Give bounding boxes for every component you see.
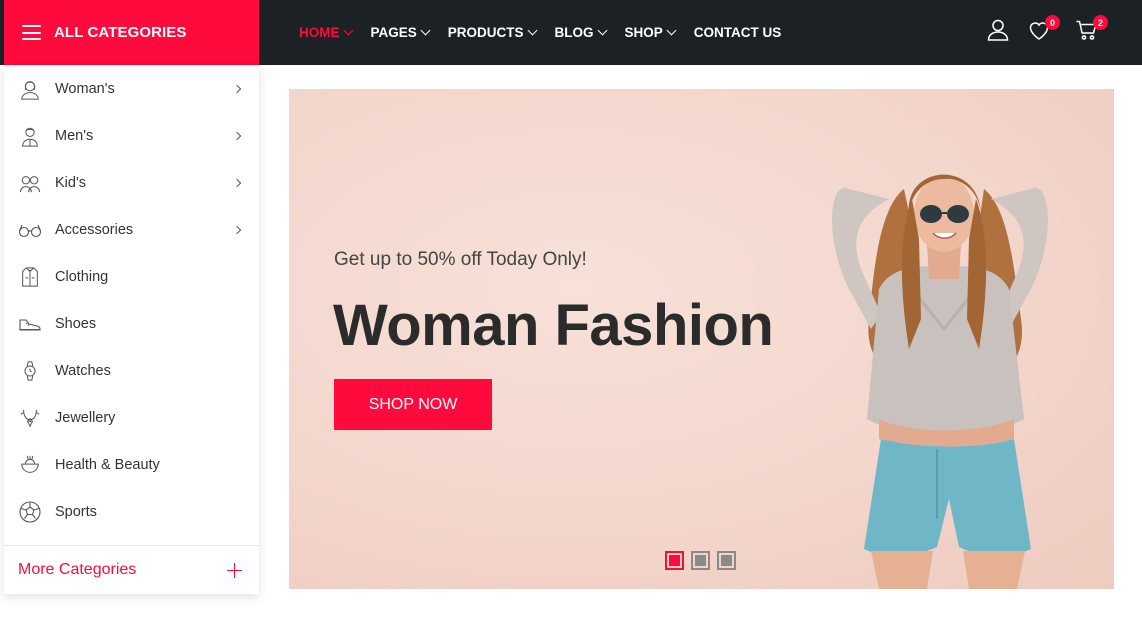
more-categories-label: More Categories: [18, 561, 137, 578]
shoe-icon: [18, 312, 42, 336]
sidebar-item-sports[interactable]: Sports: [4, 488, 259, 535]
sidebar-item-label: Jewellery: [55, 409, 116, 426]
more-categories-button[interactable]: More Categories: [4, 545, 259, 594]
hero-banner: Get up to 50% off Today Only! Woman Fash…: [289, 89, 1114, 589]
nav-item-contact-us[interactable]: CONTACT US: [694, 25, 782, 40]
nav-item-label: BLOG: [554, 25, 594, 40]
shop-now-button[interactable]: SHOP NOW: [334, 379, 492, 430]
sidebar-item-mens[interactable]: Men's: [4, 112, 259, 159]
wishlist-button[interactable]: 0: [1027, 15, 1060, 44]
nav-item-label: PAGES: [370, 25, 417, 40]
nav-item-label: CONTACT US: [693, 25, 782, 40]
ball-icon: [18, 500, 42, 524]
sidebar-item-label: Accessories: [55, 221, 134, 238]
beauty-icon: [18, 453, 42, 477]
kids-icon: [18, 171, 42, 195]
nav-item-label: HOME: [299, 25, 340, 40]
sidebar-item-accessories[interactable]: Accessories: [4, 206, 259, 253]
hero-model-image: [832, 174, 1048, 589]
hero-subtitle: Get up to 50% off Today Only!: [334, 249, 587, 270]
sidebar-item-label: Sports: [55, 503, 97, 520]
chevron-right-icon: [232, 131, 242, 141]
watch-icon: [18, 359, 42, 383]
nav-item-blog[interactable]: BLOG: [554, 25, 607, 40]
jacket-icon: [18, 265, 42, 289]
chevron-down-icon: [666, 25, 677, 36]
sidebar-item-womans[interactable]: Woman's: [4, 65, 259, 112]
chevron-right-icon: [232, 84, 242, 94]
user-icon[interactable]: [986, 18, 1012, 44]
sidebar-item-label: Kid's: [55, 174, 86, 191]
all-categories-label: ALL CATEGORIES: [54, 24, 187, 41]
woman-icon: [18, 77, 42, 101]
nav-item-shop[interactable]: SHOP: [624, 25, 677, 40]
slide-dot-3[interactable]: [717, 551, 736, 570]
cart-count-badge: 2: [1093, 15, 1108, 30]
slide-dot-2[interactable]: [691, 551, 710, 570]
nav-item-label: SHOP: [624, 25, 663, 40]
menu-icon: [22, 25, 41, 40]
sidebar-item-label: Watches: [55, 362, 111, 379]
chevron-down-icon: [527, 25, 537, 36]
main-nav: HOME PAGES PRODUCTS BLOG SHOP CONTACT US: [299, 0, 800, 65]
chevron-right-icon: [232, 178, 242, 188]
categories-sidebar: Woman's Men's Kid's Accessories Clothing…: [4, 65, 259, 594]
sidebar-item-label: Clothing: [55, 268, 109, 285]
hero-title: Woman Fashion: [333, 293, 774, 358]
sidebar-item-health-beauty[interactable]: Health & Beauty: [4, 441, 259, 488]
sidebar-item-kids[interactable]: Kid's: [4, 159, 259, 206]
sidebar-item-label: Shoes: [55, 315, 97, 332]
sidebar-item-label: Men's: [55, 127, 94, 144]
chevron-down-icon: [343, 25, 353, 36]
nav-item-label: PRODUCTS: [447, 25, 524, 40]
sidebar-item-label: Health & Beauty: [55, 456, 160, 473]
wishlist-count-badge: 0: [1045, 15, 1060, 30]
sidebar-item-clothing[interactable]: Clothing: [4, 253, 259, 300]
sidebar-item-watches[interactable]: Watches: [4, 347, 259, 394]
nav-item-products[interactable]: PRODUCTS: [447, 25, 537, 40]
chevron-down-icon: [420, 25, 431, 36]
glasses-icon: [18, 218, 42, 242]
sidebar-item-label: Woman's: [55, 80, 115, 97]
sidebar-item-jewellery[interactable]: Jewellery: [4, 394, 259, 441]
chevron-down-icon: [597, 25, 607, 36]
top-navigation-bar: ALL CATEGORIES HOME PAGES PRODUCTS BLOG …: [0, 0, 1142, 65]
plus-icon: [227, 563, 242, 578]
all-categories-button[interactable]: ALL CATEGORIES: [4, 0, 259, 65]
slide-dot-1[interactable]: [665, 551, 684, 570]
jewellery-icon: [18, 406, 42, 430]
sidebar-item-shoes[interactable]: Shoes: [4, 300, 259, 347]
man-icon: [18, 124, 42, 148]
slider-pagination: [665, 551, 743, 570]
nav-item-home[interactable]: HOME: [299, 25, 353, 40]
cart-button[interactable]: 2: [1075, 15, 1108, 44]
nav-item-pages[interactable]: PAGES: [370, 25, 431, 40]
chevron-right-icon: [232, 225, 242, 235]
